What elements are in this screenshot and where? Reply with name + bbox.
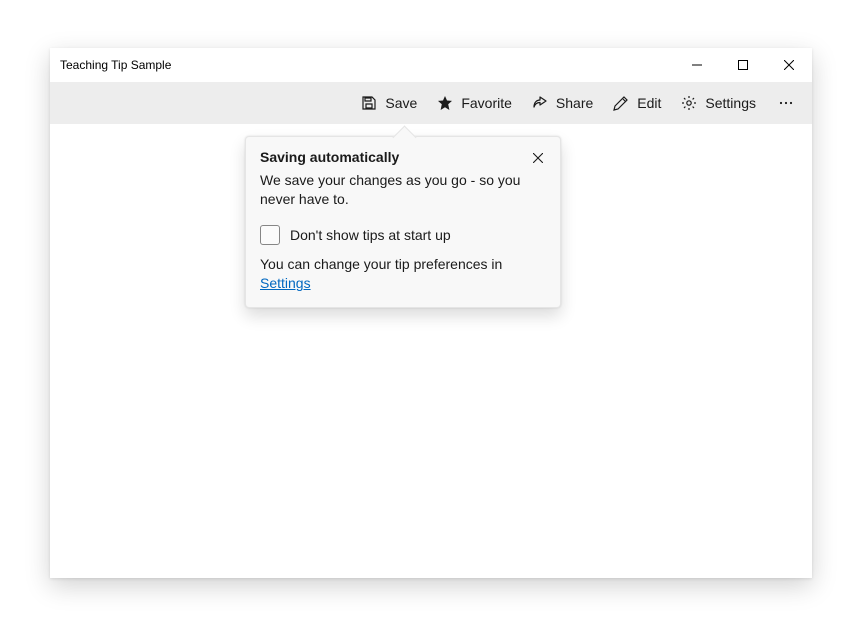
tip-header: Saving automatically (260, 149, 546, 168)
maximize-button[interactable] (720, 48, 766, 82)
save-icon (361, 95, 377, 111)
more-icon (778, 95, 794, 111)
tip-title: Saving automatically (260, 149, 399, 165)
close-icon (784, 60, 794, 70)
tip-footer: You can change your tip preferences in S… (260, 255, 546, 293)
share-label: Share (556, 95, 593, 111)
save-label: Save (385, 95, 417, 111)
minimize-icon (692, 60, 702, 70)
more-button[interactable] (766, 85, 806, 121)
edit-label: Edit (637, 95, 661, 111)
edit-icon (613, 95, 629, 111)
gear-icon (681, 95, 697, 111)
close-button[interactable] (766, 48, 812, 82)
tip-settings-link[interactable]: Settings (260, 275, 311, 291)
teaching-tip: Saving automatically We save your change… (245, 136, 561, 308)
content-area: Saving automatically We save your change… (50, 124, 812, 578)
window-title: Teaching Tip Sample (60, 58, 171, 72)
checkbox-box (260, 225, 280, 245)
star-icon (437, 95, 453, 111)
tip-footer-text: You can change your tip preferences in (260, 256, 502, 272)
tip-body: Don't show tips at start up You can chan… (260, 225, 546, 293)
share-icon (532, 95, 548, 111)
share-button[interactable]: Share (522, 85, 603, 121)
close-icon (533, 153, 543, 163)
maximize-icon (738, 60, 748, 70)
settings-button[interactable]: Settings (671, 85, 766, 121)
favorite-button[interactable]: Favorite (427, 85, 522, 121)
edit-button[interactable]: Edit (603, 85, 671, 121)
settings-label: Settings (705, 95, 756, 111)
dont-show-checkbox[interactable]: Don't show tips at start up (260, 225, 546, 245)
minimize-button[interactable] (674, 48, 720, 82)
app-window: Teaching Tip Sample Save Favorite (50, 48, 812, 578)
titlebar: Teaching Tip Sample (50, 48, 812, 82)
favorite-label: Favorite (461, 95, 512, 111)
save-button[interactable]: Save (351, 85, 427, 121)
command-bar: Save Favorite Share Edit Settings (50, 82, 812, 124)
checkbox-label: Don't show tips at start up (290, 227, 451, 243)
window-controls (674, 48, 812, 82)
tip-close-button[interactable] (528, 148, 548, 168)
tip-subtitle: We save your changes as you go - so you … (260, 171, 546, 209)
